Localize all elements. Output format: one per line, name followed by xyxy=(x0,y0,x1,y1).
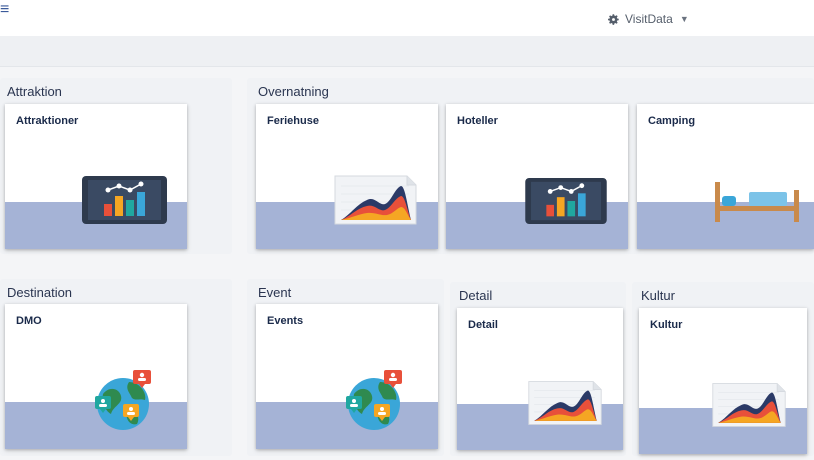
tile-title: Feriehuse xyxy=(267,115,319,127)
group-label-destination: Destination xyxy=(7,285,73,300)
group-label-overnatning: Overnatning xyxy=(258,84,329,99)
tile-hoteller[interactable]: Hoteller xyxy=(446,104,628,249)
globe-chat-icon xyxy=(346,370,402,430)
tablet-bar-chart-icon xyxy=(82,176,167,224)
sub-bar xyxy=(0,36,814,67)
area-chart-icon xyxy=(528,381,602,425)
group-label-kultur: Kultur xyxy=(641,288,675,303)
user-menu[interactable]: VisitData ▼ xyxy=(607,11,689,27)
tile-title: Events xyxy=(267,315,304,327)
tablet-bar-chart-icon xyxy=(525,178,607,224)
area-chart-icon xyxy=(712,383,786,427)
tile-title: Kultur xyxy=(650,319,683,331)
group-label-event: Event xyxy=(258,285,292,300)
tile-title: DMO xyxy=(16,315,42,327)
tile-events[interactable]: Events xyxy=(256,304,438,449)
tile-title: Detail xyxy=(468,319,498,331)
group-label-detail: Detail xyxy=(459,288,493,303)
tile-camping[interactable]: Camping xyxy=(637,104,814,249)
hamburger-icon[interactable]: ≡ xyxy=(0,2,12,18)
tile-title: Attraktioner xyxy=(16,115,79,127)
tile-detail[interactable]: Detail xyxy=(457,308,623,450)
globe-chat-icon xyxy=(95,370,151,430)
tile-title: Camping xyxy=(648,115,696,127)
tile-title: Hoteller xyxy=(457,115,498,127)
tile-attraktioner[interactable]: Attraktioner xyxy=(5,104,187,249)
tile-feriehuse[interactable]: Feriehuse xyxy=(256,104,438,249)
bed-icon xyxy=(715,182,799,222)
gear-icon xyxy=(608,13,619,25)
caret-down-icon: ▼ xyxy=(679,14,689,24)
group-label-attraktion: Attraktion xyxy=(7,84,62,99)
tile-kultur[interactable]: Kultur xyxy=(639,308,807,454)
tile-dmo[interactable]: DMO xyxy=(5,304,187,449)
area-chart-icon xyxy=(334,175,417,225)
user-label: VisitData xyxy=(625,12,673,26)
top-bar: ≡ VisitData ▼ xyxy=(0,0,814,37)
